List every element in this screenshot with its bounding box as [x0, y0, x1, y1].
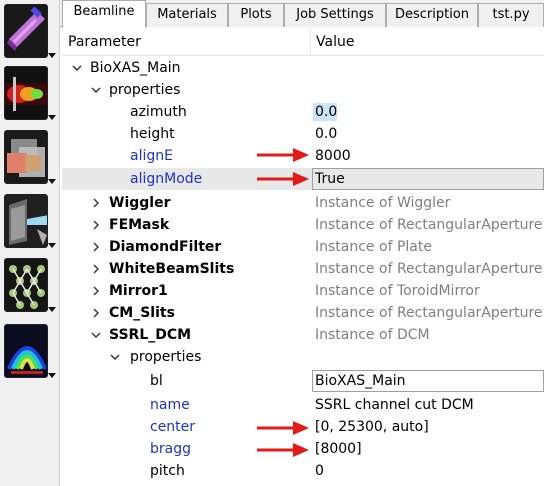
- chevron-right-icon[interactable]: [91, 192, 103, 214]
- annotation-arrow-icon: [257, 421, 309, 435]
- param-value[interactable]: BioXAS_Main: [315, 370, 406, 392]
- annotation-arrow-icon: [257, 172, 309, 186]
- param-label: height: [130, 126, 175, 142]
- param-value[interactable]: SSRL channel cut DCM: [315, 394, 474, 416]
- parameter-tree[interactable]: Parameter Value BioXAS_Main properties a…: [62, 28, 544, 486]
- param-label: Wiggler: [109, 195, 171, 211]
- column-header-value[interactable]: Value: [310, 28, 354, 56]
- param-label: bragg: [150, 441, 191, 457]
- param-label: CM_Slits: [109, 305, 175, 321]
- materials-icon: [4, 130, 48, 184]
- tree-row-wiggler[interactable]: Wiggler Instance of Wiggler: [62, 192, 544, 214]
- chevron-down-icon[interactable]: [91, 324, 103, 346]
- optics-tool-button[interactable]: [4, 66, 56, 122]
- chevron-down-icon: [48, 243, 56, 248]
- param-value: Instance of Wiggler: [315, 195, 451, 211]
- chevron-down-icon[interactable]: [72, 57, 84, 79]
- param-label: Mirror1: [109, 283, 168, 299]
- chevron-down-icon[interactable]: [91, 79, 103, 101]
- tree-row-ssrl-dcm[interactable]: SSRL_DCM Instance of DCM: [62, 324, 544, 346]
- beamline-source-icon: [4, 4, 48, 58]
- tree-row-azimuth[interactable]: azimuth 0.0: [62, 101, 544, 123]
- annotation-arrow-icon: [257, 148, 309, 162]
- param-label: FEMask: [109, 217, 170, 233]
- chevron-down-icon[interactable]: [110, 346, 122, 368]
- value-editor[interactable]: [312, 168, 544, 190]
- chevron-down-icon: [48, 53, 56, 58]
- param-label: name: [150, 397, 190, 413]
- tab-job-settings[interactable]: Job Settings: [284, 3, 386, 27]
- screens-icon: [4, 194, 48, 248]
- tree-row-properties[interactable]: properties: [62, 79, 544, 101]
- source-tool-button[interactable]: [4, 4, 56, 60]
- chevron-right-icon[interactable]: [91, 214, 103, 236]
- chevron-right-icon[interactable]: [91, 236, 103, 258]
- chevron-down-icon: [48, 307, 56, 312]
- param-label: azimuth: [130, 104, 187, 120]
- param-label: BioXAS_Main: [90, 60, 181, 76]
- tree-row-name[interactable]: name SSRL channel cut DCM: [62, 394, 544, 416]
- param-label: properties: [109, 82, 181, 98]
- param-value[interactable]: True: [315, 168, 345, 190]
- tab-beamline[interactable]: Beamline: [62, 0, 146, 28]
- param-label: properties: [130, 349, 202, 365]
- left-toolbar: [0, 0, 60, 486]
- param-value[interactable]: [8000]: [315, 438, 362, 460]
- tree-row-pitch[interactable]: pitch 0: [62, 460, 544, 482]
- param-label: alignMode: [130, 171, 203, 187]
- tree-row-height[interactable]: height 0.0: [62, 123, 544, 145]
- param-value[interactable]: 0.0: [315, 101, 337, 123]
- chevron-right-icon[interactable]: [91, 280, 103, 302]
- param-value: Instance of RectangularAperture: [315, 217, 543, 233]
- param-label: DiamondFilter: [109, 239, 222, 255]
- annotation-arrow-icon: [257, 443, 309, 457]
- plots-icon: [4, 324, 48, 378]
- tree-row-properties[interactable]: properties: [62, 346, 544, 368]
- chevron-down-icon: [48, 115, 56, 120]
- param-value: Instance of ToroidMirror: [315, 283, 480, 299]
- param-label: WhiteBeamSlits: [109, 261, 235, 277]
- materials-tool-button[interactable]: [4, 130, 56, 186]
- crystals-tool-button[interactable]: [4, 258, 56, 314]
- param-value: Instance of RectangularAperture: [315, 305, 543, 321]
- param-label: bl: [150, 373, 163, 389]
- plots-tool-button[interactable]: [4, 324, 56, 380]
- param-value: Instance of RectangularAperture: [315, 261, 543, 277]
- tab-description[interactable]: Description: [386, 3, 478, 27]
- chevron-down-icon: [48, 373, 56, 378]
- param-value[interactable]: 0.0: [315, 123, 337, 145]
- param-value[interactable]: [0, 25300, auto]: [315, 416, 429, 438]
- param-label: alignE: [130, 148, 173, 164]
- tab-materials[interactable]: Materials: [146, 3, 228, 27]
- tab-plots[interactable]: Plots: [228, 3, 284, 27]
- tab-bar: Beamline Materials Plots Job Settings De…: [60, 0, 544, 28]
- tree-header: Parameter Value: [62, 28, 544, 56]
- tree-row-cm-slits[interactable]: CM_Slits Instance of RectangularAperture: [62, 302, 544, 324]
- param-label: center: [150, 419, 196, 435]
- param-value[interactable]: 8000: [315, 145, 351, 167]
- tree-row-whitebeamslits[interactable]: WhiteBeamSlits Instance of RectangularAp…: [62, 258, 544, 280]
- crystal-lattice-icon: [4, 258, 48, 312]
- tree-row-femask[interactable]: FEMask Instance of RectangularAperture: [62, 214, 544, 236]
- chevron-right-icon[interactable]: [91, 302, 103, 324]
- param-value[interactable]: 0: [315, 460, 324, 482]
- chevron-down-icon: [48, 179, 56, 184]
- param-label: SSRL_DCM: [109, 327, 192, 343]
- tree-row-bioxas-main[interactable]: BioXAS_Main: [62, 57, 544, 79]
- optics-icon: [4, 66, 48, 120]
- chevron-right-icon[interactable]: [91, 258, 103, 280]
- param-value: Instance of DCM: [315, 327, 430, 343]
- tab-tst-py[interactable]: tst.py: [478, 3, 544, 27]
- screens-tool-button[interactable]: [4, 194, 56, 250]
- tree-row-bl[interactable]: bl BioXAS_Main: [62, 370, 544, 392]
- tree-row-mirror1[interactable]: Mirror1 Instance of ToroidMirror: [62, 280, 544, 302]
- param-label: pitch: [150, 463, 185, 479]
- param-value: Instance of Plate: [315, 239, 432, 255]
- tree-row-diamondfilter[interactable]: DiamondFilter Instance of Plate: [62, 236, 544, 258]
- column-header-parameter[interactable]: Parameter: [62, 28, 141, 56]
